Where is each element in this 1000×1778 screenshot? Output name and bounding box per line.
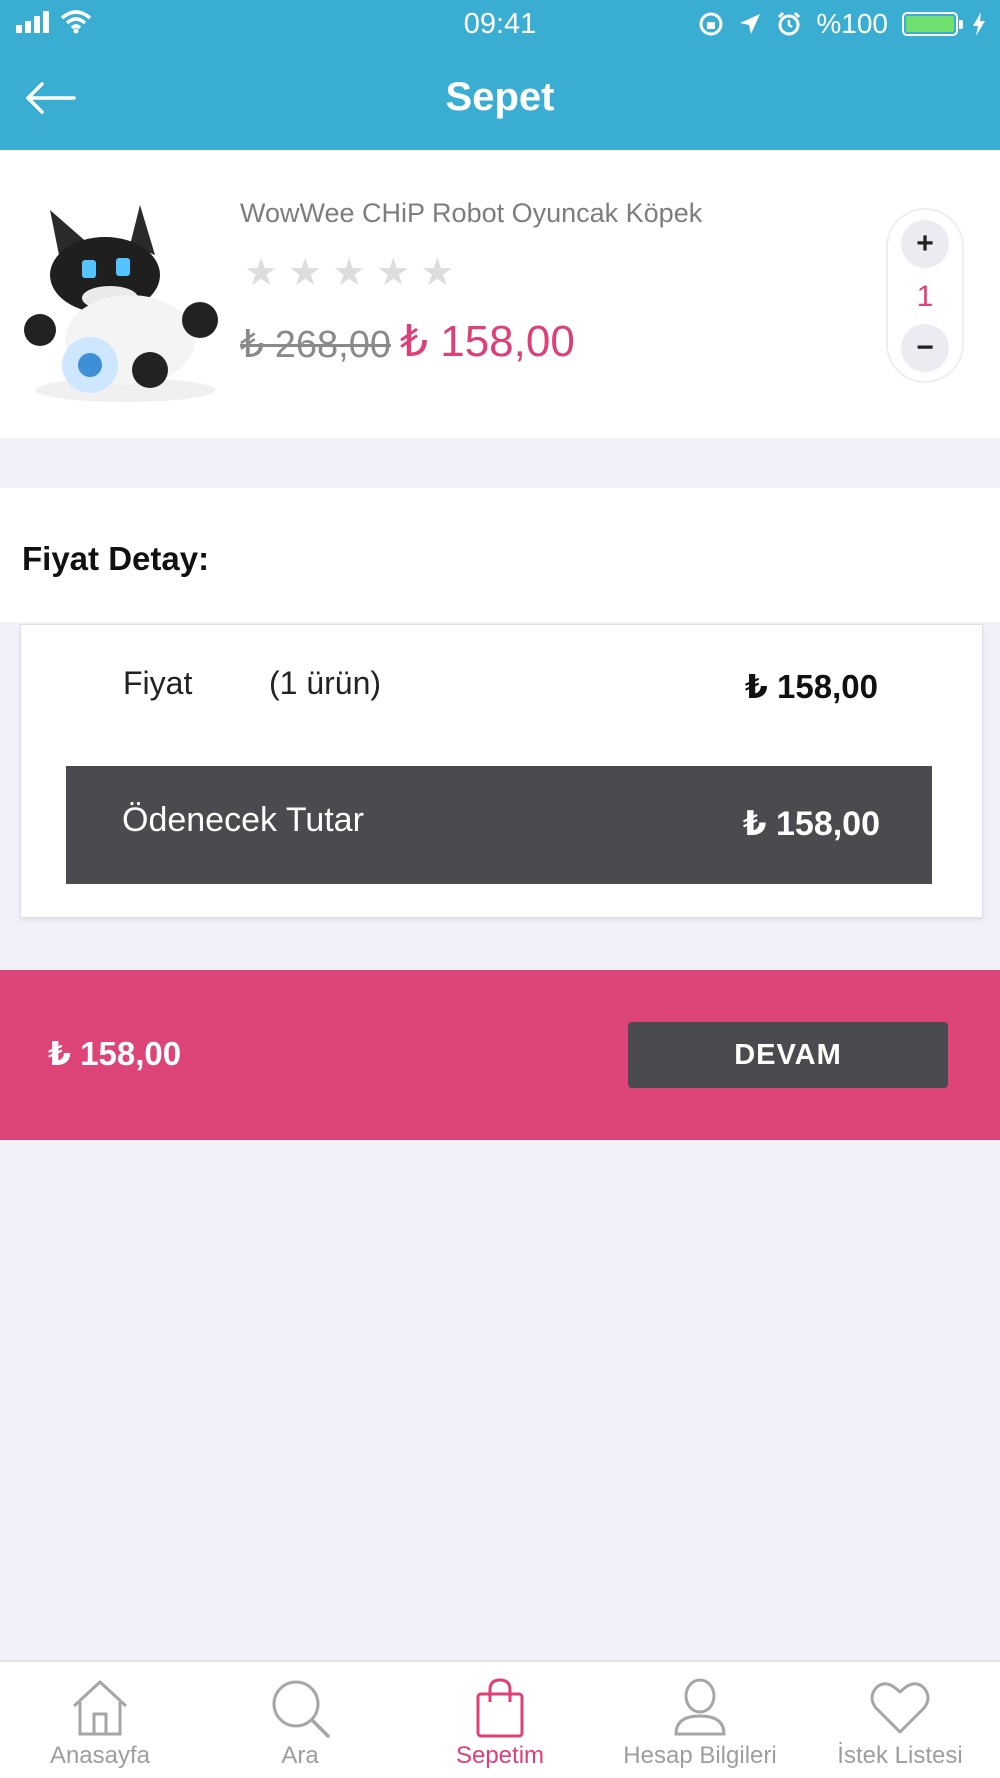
tab-home[interactable]: Anasayfa [0,1662,200,1778]
star-icon: ★ [420,252,455,294]
tab-label: Ara [281,1742,319,1769]
star-icon: ★ [244,252,279,294]
tab-bar: Anasayfa Ara Sepetim Hesap Bilgileri İst… [0,1660,1000,1778]
price-value: ₺ 158,00 [744,668,878,705]
quantity-stepper: + 1 − [886,208,964,383]
tab-label: Hesap Bilgileri [623,1742,777,1769]
search-icon [272,1680,330,1738]
app-header: 09:41 %100 Sepet [0,0,1000,150]
tab-search[interactable]: Ara [200,1662,400,1778]
heart-icon [870,1682,930,1734]
total-row: Ödenecek Tutar ₺ 158,00 [66,766,932,884]
rotation-lock-icon [699,12,723,36]
alarm-icon [778,11,801,36]
tab-wishlist[interactable]: İstek Listesi [800,1662,1000,1778]
tab-cart[interactable]: Sepetim [400,1662,600,1778]
product-name[interactable]: WowWee CHiP Robot Oyuncak Köpek [240,198,702,229]
total-label: Ödenecek Tutar [122,801,364,839]
shopping-bag-icon [476,1678,524,1738]
rating-stars: ★ ★ ★ ★ ★ [244,254,454,292]
battery-percent: %100 [816,8,888,39]
product-image[interactable] [20,200,220,420]
quantity-value: 1 [916,280,934,313]
tab-label: İstek Listesi [837,1742,963,1769]
home-icon [72,1680,128,1736]
tab-label: Sepetim [455,1742,545,1769]
current-price: ₺ 158,00 [400,317,575,366]
star-icon: ★ [288,252,323,294]
page-title: Sepet [445,75,555,119]
price-detail-section: Fiyat Detay: [0,488,1000,622]
price-detail-title: Fiyat Detay: [22,540,210,577]
price-detail-card: Fiyat (1 ürün) ₺ 158,00 Ödenecek Tutar ₺… [20,624,983,918]
status-bar: 09:41 %100 [0,0,1000,50]
increase-quantity-button[interactable]: + [901,220,949,268]
checkout-bar: ₺ 158,00 DEVAM [0,970,1000,1140]
status-right: %100 [698,8,986,40]
total-value: ₺ 158,00 [742,805,880,843]
star-icon: ★ [332,252,367,294]
decrease-quantity-button[interactable]: − [901,324,949,372]
continue-button[interactable]: DEVAM [628,1022,948,1088]
price-label: Fiyat [123,665,193,701]
cart-item: WowWee CHiP Robot Oyuncak Köpek ★ ★ ★ ★ … [0,150,1000,438]
robot-dog-image [20,200,220,420]
tab-account[interactable]: Hesap Bilgileri [600,1662,800,1778]
location-icon [740,14,761,34]
checkout-total: ₺ 158,00 [48,1035,182,1072]
charging-icon [973,12,985,36]
battery-icon [902,12,963,36]
item-count: (1 ürün) [269,665,382,701]
star-icon: ★ [376,252,411,294]
user-icon [674,1678,726,1736]
old-price: ₺ 268,00 [240,324,391,366]
tab-label: Anasayfa [49,1742,151,1769]
